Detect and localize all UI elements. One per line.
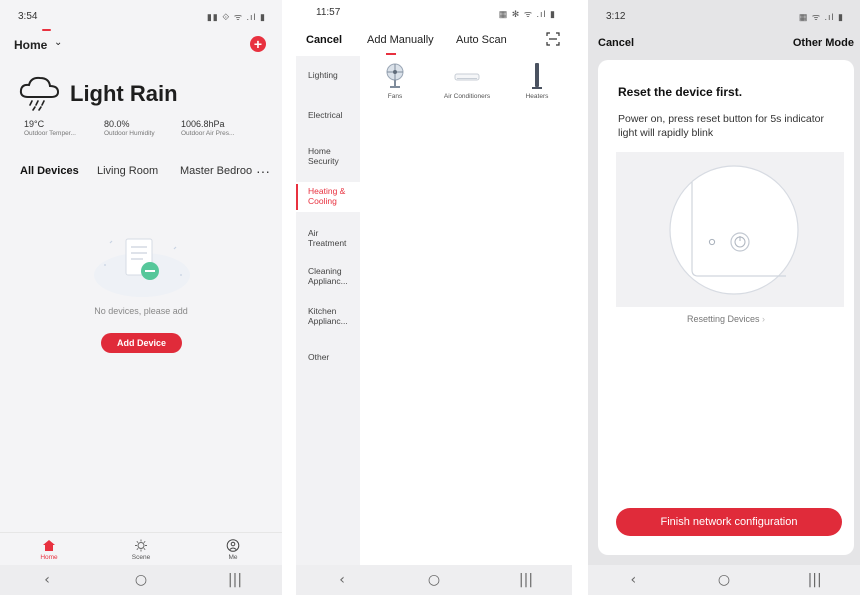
system-nav-bar: ‹ ○ ||| xyxy=(588,565,860,595)
bottom-tab-label: Scene xyxy=(131,554,151,561)
add-device-button[interactable]: Add Device xyxy=(101,333,182,353)
recents-button[interactable]: ||| xyxy=(511,572,541,588)
status-icons: ▦ ᯤ .ıl ▮ xyxy=(798,12,844,22)
category-list: Lighting Electrical Home Security Heatin… xyxy=(296,56,360,565)
recents-button[interactable]: ||| xyxy=(220,572,250,588)
weather-condition: Light Rain xyxy=(70,81,178,106)
room-tabs: All Devices Living Room Master Bedroo ··… xyxy=(20,163,270,187)
cancel-button[interactable]: Cancel xyxy=(598,37,634,49)
other-mode-button[interactable]: Other Mode xyxy=(793,37,854,49)
status-bar: 3:12 ▦ ᯤ .ıl ▮ xyxy=(588,0,860,30)
cancel-button[interactable]: Cancel xyxy=(306,34,342,46)
home-button[interactable]: ○ xyxy=(419,572,449,588)
stat-label: Outdoor Humidity xyxy=(104,130,155,137)
status-time: 11:57 xyxy=(316,7,341,18)
stat-value: 80.0% xyxy=(104,119,130,129)
reset-device-screen: 3:12 ▦ ᯤ .ıl ▮ Cancel Other Mode Reset t… xyxy=(588,0,860,595)
empty-devices-illustration xyxy=(94,238,190,297)
system-nav-bar: ‹ ○ ||| xyxy=(0,565,282,595)
status-icons: ▦ ✻ ᯤ .ıl ▮ xyxy=(498,9,556,19)
stat-value: 19°C xyxy=(24,119,45,129)
status-time: 3:12 xyxy=(606,11,626,22)
empty-state-text: No devices, please add xyxy=(94,306,188,316)
stat-label: Outdoor Temper... xyxy=(24,130,76,137)
active-tab-indicator xyxy=(42,29,51,31)
heater-icon xyxy=(532,63,542,89)
air-conditioner-icon xyxy=(454,73,480,81)
bottom-tab-bar: Home Scene Me xyxy=(0,532,282,567)
chevron-right-icon: › xyxy=(762,314,766,324)
reset-illustration xyxy=(616,152,844,307)
bottom-tab-scene[interactable]: Scene xyxy=(121,539,161,561)
tab-add-manually[interactable]: Add Manually xyxy=(367,34,434,46)
home-icon xyxy=(43,540,55,551)
back-button[interactable]: ‹ xyxy=(327,572,357,588)
status-bar: 3:54 ▮▮ ⟐ ᯤ .ıl ▮ xyxy=(0,0,282,30)
tab-living-room[interactable]: Living Room xyxy=(97,165,158,177)
home-selector[interactable]: Home xyxy=(14,38,47,52)
device-reset-icon xyxy=(669,165,799,295)
more-icon[interactable]: ··· xyxy=(256,163,270,179)
chevron-down-icon[interactable]: ⌄ xyxy=(54,37,62,48)
tab-auto-scan[interactable]: Auto Scan xyxy=(456,34,507,46)
category-home-security[interactable]: Home Security xyxy=(296,146,358,166)
link-label: Resetting Devices xyxy=(686,314,760,324)
card-description: Power on, press reset button for 5s indi… xyxy=(618,113,825,139)
category-heating-cooling[interactable]: Heating & Cooling xyxy=(296,182,360,212)
home-button[interactable]: ○ xyxy=(126,572,156,588)
device-label: Air Conditioners xyxy=(443,93,491,100)
category-air-treatment[interactable]: Air Treatment xyxy=(296,228,360,248)
category-lighting[interactable]: Lighting xyxy=(296,70,360,80)
status-icons: ▮▮ ⟐ ᯤ .ıl ▮ xyxy=(206,12,266,22)
device-air-conditioners[interactable]: Air Conditioners xyxy=(437,62,497,100)
status-time: 3:54 xyxy=(18,11,38,22)
bottom-tab-me[interactable]: Me xyxy=(213,539,253,561)
home-header: Home ⌄ + xyxy=(14,34,268,54)
add-device-screen: 11:57 ▦ ✻ ᯤ .ıl ▮ Cancel Add Manually Au… xyxy=(296,0,572,595)
system-nav-bar: ‹ ○ ||| xyxy=(296,565,572,595)
user-icon xyxy=(226,539,240,552)
device-heaters[interactable]: Heaters xyxy=(507,62,567,100)
category-kitchen-appliances[interactable]: Kitchen Applianc... xyxy=(296,306,360,328)
bottom-tab-label: Home xyxy=(40,554,58,561)
outdoor-humidity: 80.0% Outdoor Humidity xyxy=(104,119,155,137)
outdoor-temperature: 19°C Outdoor Temper... xyxy=(24,119,76,137)
bottom-tab-home[interactable]: Home xyxy=(29,539,69,561)
status-bar: 11:57 ▦ ✻ ᯤ .ıl ▮ xyxy=(296,0,572,30)
recents-button[interactable]: ||| xyxy=(800,572,830,588)
fan-icon xyxy=(386,63,404,88)
sun-icon xyxy=(135,539,147,552)
active-tab-indicator xyxy=(386,53,396,55)
category-other[interactable]: Other xyxy=(296,352,360,362)
back-button[interactable]: ‹ xyxy=(32,572,62,588)
bottom-tab-label: Me xyxy=(228,554,238,561)
category-cleaning-appliances[interactable]: Cleaning Applianc... xyxy=(296,266,360,288)
add-device-header: Cancel Add Manually Auto Scan xyxy=(296,28,572,56)
stat-label: Outdoor Air Pres... xyxy=(181,130,235,137)
device-fans[interactable]: Fans xyxy=(365,62,425,100)
scan-icon[interactable] xyxy=(546,32,560,46)
back-button[interactable]: ‹ xyxy=(618,572,648,588)
category-electrical[interactable]: Electrical xyxy=(296,110,360,120)
tab-all-devices[interactable]: All Devices xyxy=(20,165,79,177)
stat-value: 1006.8hPa xyxy=(181,119,225,129)
plus-circle-icon[interactable]: + xyxy=(250,36,266,52)
rain-cloud-icon xyxy=(19,76,60,111)
home-screen: 3:54 ▮▮ ⟐ ᯤ .ıl ▮ Home ⌄ + Light Rain 19… xyxy=(0,0,282,595)
finish-network-configuration-button[interactable]: Finish network configuration xyxy=(616,508,842,536)
resetting-devices-link[interactable]: Resetting Devices › xyxy=(598,314,854,324)
outdoor-air-pressure: 1006.8hPa Outdoor Air Pres... xyxy=(181,119,234,137)
reset-header: Cancel Other Mode xyxy=(588,28,860,56)
tab-master-bedroom[interactable]: Master Bedroo xyxy=(180,165,254,177)
device-label: Fans xyxy=(387,93,403,100)
card-title: Reset the device first. xyxy=(618,85,743,99)
device-label: Heaters xyxy=(525,93,549,100)
reset-instruction-card: Reset the device first. Power on, press … xyxy=(598,60,854,555)
home-button[interactable]: ○ xyxy=(709,572,739,588)
